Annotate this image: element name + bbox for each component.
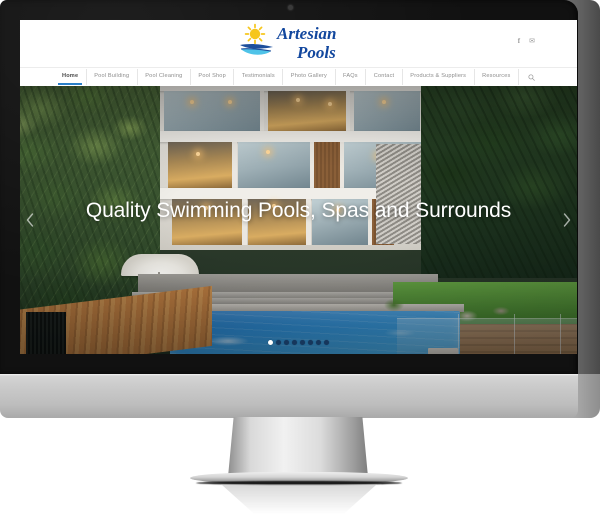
carousel-dot-8[interactable] [324, 340, 329, 345]
logo-text-line1: Artesian [276, 24, 337, 43]
hero-scene-umbrella [121, 254, 199, 276]
nav-item-faqs[interactable]: FAQs [336, 69, 367, 85]
hero-headline: Quality Swimming Pools, Spas and Surroun… [85, 199, 512, 222]
nav-item-pool-building[interactable]: Pool Building [87, 69, 138, 85]
email-icon[interactable]: ✉ [529, 38, 535, 45]
hero-scene-glass-fence [397, 318, 577, 354]
carousel-dot-5[interactable] [300, 340, 305, 345]
search-icon [528, 73, 535, 81]
chevron-left-icon [26, 213, 34, 227]
carousel-prev-button[interactable] [22, 207, 38, 233]
search-button[interactable] [519, 69, 543, 86]
nav-item-pool-shop[interactable]: Pool Shop [191, 69, 235, 85]
hero-carousel: Quality Swimming Pools, Spas and Surroun… [20, 86, 577, 354]
carousel-dot-3[interactable] [284, 340, 289, 345]
site-logo[interactable]: Artesian Pools [235, 23, 363, 65]
facebook-icon[interactable]: f [518, 38, 520, 45]
nav-item-home[interactable]: Home [54, 69, 87, 85]
site-header: Artesian Pools f ✉ [20, 20, 577, 67]
sun-icon [244, 23, 265, 45]
carousel-dot-1[interactable] [268, 340, 273, 345]
nav-item-pool-cleaning[interactable]: Pool Cleaning [138, 69, 191, 85]
monitor-chin [0, 374, 578, 418]
wave-icon [239, 44, 273, 55]
carousel-pagination [20, 340, 577, 345]
nav-item-testimonials[interactable]: Testimonials [234, 69, 284, 85]
logo-artwork: Artesian Pools [239, 23, 337, 62]
carousel-dot-2[interactable] [276, 340, 281, 345]
nav-item-contact[interactable]: Contact [366, 69, 403, 85]
monitor-reflection [220, 484, 378, 514]
carousel-dot-4[interactable] [292, 340, 297, 345]
nav-item-resources[interactable]: Resources [475, 69, 519, 85]
carousel-dot-6[interactable] [308, 340, 313, 345]
logo-text-line2: Pools [296, 43, 336, 62]
main-navigation: Home Pool Building Pool Cleaning Pool Sh… [20, 67, 577, 86]
chevron-right-icon [563, 213, 571, 227]
browser-screen: Artesian Pools f ✉ Home Pool Building Po… [20, 20, 577, 354]
webcam-icon [288, 5, 293, 10]
carousel-dot-7[interactable] [316, 340, 321, 345]
hero-scene-foliage-right [421, 86, 577, 278]
monitor-stand-neck [228, 417, 368, 477]
nav-item-photo-gallery[interactable]: Photo Gallery [283, 69, 336, 85]
carousel-next-button[interactable] [559, 207, 575, 233]
social-links: f ✉ [518, 38, 535, 46]
hero-scene-house [146, 86, 436, 250]
screenshot-stage: Artesian Pools f ✉ Home Pool Building Po… [0, 0, 600, 515]
nav-item-products-suppliers[interactable]: Products & Suppliers [403, 69, 475, 85]
hero-scene-privacy-screen [26, 312, 66, 354]
